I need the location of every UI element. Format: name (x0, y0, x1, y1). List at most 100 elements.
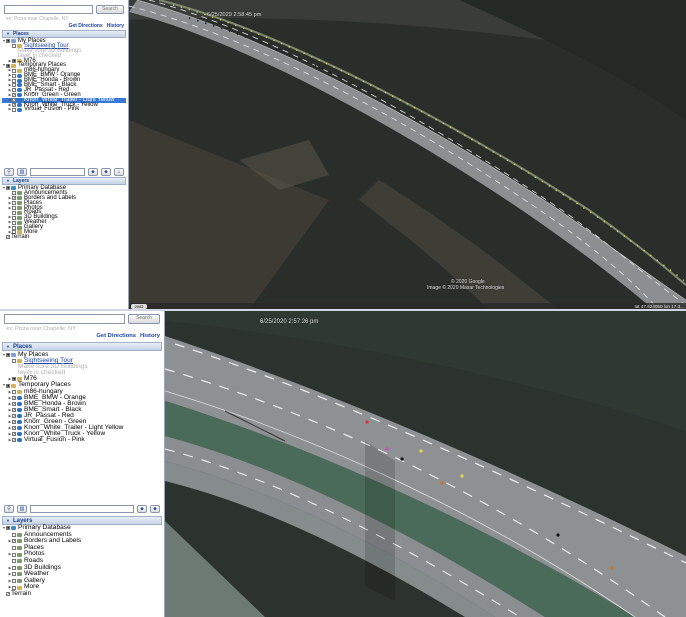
checkbox[interactable]: ✓ (12, 395, 16, 400)
checkbox[interactable] (12, 206, 16, 210)
places-filter-field[interactable] (30, 505, 134, 513)
history-link[interactable]: History (107, 23, 124, 29)
checkbox[interactable] (12, 389, 16, 394)
checkbox[interactable]: ✓ (12, 426, 16, 431)
checkbox[interactable]: ✓ (12, 196, 16, 201)
places-tree: ▼ ■ My Places Sightseeing Tour Make sure 3D … (2, 38, 126, 113)
wave-icon (17, 395, 22, 400)
checkbox[interactable]: ✓ (12, 401, 16, 406)
checkbox[interactable] (12, 210, 16, 215)
move-down-icon[interactable]: ⬥ (101, 167, 111, 176)
satellite-imagery[interactable] (165, 311, 686, 617)
layers-tree: ▼ ■ Primary Database Announcements ▶ ✓ Borders… (2, 524, 162, 598)
search-button[interactable]: Search (128, 314, 160, 324)
checkbox[interactable]: ✓ (6, 592, 10, 597)
move-up-icon[interactable]: ⬥ (88, 167, 98, 176)
checkbox[interactable]: ✓ (12, 93, 16, 98)
checkbox[interactable] (12, 191, 16, 196)
checkbox[interactable] (12, 68, 16, 73)
checkbox[interactable] (12, 220, 16, 225)
layer-icon (17, 559, 22, 564)
checkbox[interactable]: ✓ (6, 235, 10, 240)
checkbox[interactable]: ■ (6, 526, 10, 531)
places-filter-field[interactable] (30, 167, 85, 176)
collapse-icon[interactable]: ▼ (6, 31, 10, 37)
checkbox[interactable]: ✓ (12, 539, 16, 544)
tree-item[interactable]: ▶ Virtual_Fusion - Pink (2, 107, 126, 113)
tree-item[interactable]: ✓ Terrain (2, 590, 162, 598)
folder-icon (17, 389, 22, 394)
checkbox[interactable]: ✓ (12, 432, 16, 437)
places-panel-header[interactable]: ▼ Places (2, 30, 126, 38)
checkbox[interactable] (12, 225, 16, 230)
checkbox[interactable] (12, 201, 16, 206)
satellite-imagery[interactable] (129, 0, 686, 310)
layers-panel-header[interactable]: ▼ Layers (2, 177, 126, 185)
checkbox[interactable] (12, 44, 16, 49)
more-icon[interactable]: ⌂ (114, 167, 124, 176)
checkbox[interactable]: ■ (6, 383, 10, 388)
search-input[interactable] (4, 314, 125, 324)
checkbox[interactable] (12, 559, 16, 564)
wave-icon (17, 107, 22, 112)
wave-icon (17, 78, 22, 83)
tree-item[interactable]: ▶ ✓ Virtual_Fusion - Pink (2, 436, 162, 443)
checkbox[interactable] (12, 579, 16, 584)
checkbox[interactable] (12, 359, 16, 364)
layer-icon (17, 220, 22, 225)
checkbox[interactable]: ■ (6, 63, 10, 68)
layer-icon (17, 532, 22, 537)
collapse-icon[interactable]: ▼ (6, 344, 10, 350)
checkbox[interactable] (12, 83, 16, 88)
checkbox[interactable] (12, 107, 16, 112)
panel-icon[interactable]: ▥ (17, 505, 27, 513)
places-toolbar: ⚲ ▥ ⬥ ⬥ ⌂ (4, 167, 124, 176)
tree-item[interactable]: ✓ Terrain (2, 233, 126, 240)
checkbox[interactable] (12, 552, 16, 557)
checkbox[interactable] (12, 73, 16, 78)
checkbox[interactable] (12, 78, 16, 83)
get-directions-link[interactable]: Get Directions (69, 23, 103, 29)
top-earth-window: Search ex: Pizza near Chapelle, NY Get D… (0, 0, 686, 310)
checkbox[interactable]: ✓ (12, 438, 16, 443)
checkbox[interactable]: ✓ (12, 98, 16, 103)
checkbox[interactable]: ■ (12, 59, 16, 63)
collapse-icon[interactable]: ▼ (6, 518, 10, 524)
checkbox[interactable]: ■ (6, 186, 10, 191)
wave-icon (17, 88, 22, 93)
checkbox[interactable] (12, 572, 16, 577)
search-row: Search (4, 314, 160, 324)
timestamp-label: 6/25/2020 2:57:26 pm (260, 319, 319, 325)
map-view[interactable]: 6/25/2020 2:57:26 pm (165, 311, 686, 617)
checkbox[interactable] (12, 546, 16, 551)
checkbox[interactable] (12, 215, 16, 220)
checkbox[interactable]: ■ (6, 39, 10, 44)
checkbox[interactable]: ■ (6, 353, 10, 358)
checkbox[interactable]: ✓ (12, 420, 16, 425)
checkbox[interactable]: ✓ (12, 103, 16, 108)
places-panel-header[interactable]: ▼ Places (2, 342, 162, 351)
folder-icon (17, 68, 22, 73)
tree-item-label: Terrain (11, 233, 30, 240)
layer-icon (17, 579, 22, 584)
history-link[interactable]: History (140, 333, 160, 339)
search-icon[interactable]: ⚲ (4, 505, 14, 513)
checkbox[interactable]: ■ (12, 377, 16, 382)
checkbox[interactable]: ✓ (12, 407, 16, 412)
layer-icon (17, 196, 22, 201)
search-icon[interactable]: ⚲ (4, 167, 14, 176)
checkbox[interactable] (12, 532, 16, 537)
checkbox[interactable] (12, 565, 16, 570)
panel-icon[interactable]: ▥ (17, 167, 27, 176)
get-directions-link[interactable]: Get Directions (96, 333, 136, 339)
search-button[interactable]: Search (96, 5, 124, 14)
move-up-icon[interactable]: ⬥ (137, 505, 147, 513)
layer-icon (17, 210, 22, 215)
checkbox[interactable]: ✓ (12, 413, 16, 418)
collapse-icon[interactable]: ▼ (6, 178, 10, 184)
move-down-icon[interactable]: ⬥ (150, 505, 160, 513)
map-view[interactable]: 6/25/2020 2:58:45 pm © 2020 Google Image… (129, 0, 686, 310)
checkbox[interactable] (12, 88, 16, 93)
wave-icon (17, 407, 22, 412)
search-input[interactable] (4, 5, 93, 14)
